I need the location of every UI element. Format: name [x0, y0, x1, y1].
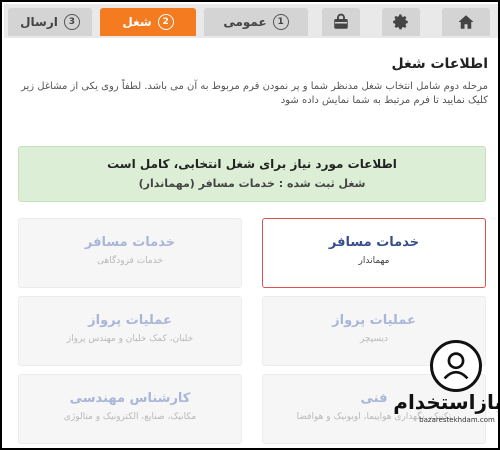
tab-send[interactable]: 3 ارسال: [8, 8, 92, 36]
tab-general[interactable]: 1 عمومی: [204, 8, 308, 36]
home-icon: [458, 15, 474, 29]
job-card-subtitle: خدمات فرودگاهی: [96, 256, 164, 266]
tab-home[interactable]: [442, 8, 490, 36]
step-number: 2: [157, 14, 174, 30]
watermark-logo: بازاستخدام bazarestekhdam.com: [393, 340, 500, 448]
tab-label: شغل: [122, 15, 152, 29]
job-card-passenger-services-airport[interactable]: خدمات مسافر خدمات فرودگاهی: [18, 218, 242, 288]
job-card-flight-operations-pilot[interactable]: عملیات پرواز خلبان، کمک خلبان و مهندس پر…: [18, 296, 242, 366]
success-alert: اطلاعات مورد نیاز برای شغل انتخابی، کامل…: [18, 146, 486, 202]
gear-icon: [393, 14, 408, 30]
job-card-title: خدمات مسافر: [84, 235, 176, 250]
job-card-engineering-expert[interactable]: کارشناس مهندسی مکانیک، صنایع، الکترونیک …: [18, 374, 242, 444]
tab-settings[interactable]: [382, 8, 420, 36]
job-card-title: خدمات مسافر: [328, 235, 420, 250]
tab-lock[interactable]: [322, 8, 360, 36]
watermark-brand: بازاستخدام: [393, 390, 500, 414]
job-card-title: کارشناس مهندسی: [69, 391, 191, 406]
tab-job[interactable]: 2 شغل: [100, 8, 196, 36]
page-title: اطلاعات شغل: [391, 56, 488, 72]
job-card-passenger-services-flight-attendant[interactable]: خدمات مسافر مهماندار: [262, 218, 486, 288]
tab-label: ارسال: [20, 15, 58, 29]
tab-label: عمومی: [223, 15, 267, 29]
job-card-title: عملیات پرواز: [332, 313, 416, 328]
job-card-title: عملیات پرواز: [88, 313, 172, 328]
job-card-subtitle: مکانیک، صنایع، الکترونیک و متالوژی: [63, 412, 197, 422]
alert-registered-job: شغل ثبت شده : خدمات مسافر (مهماندار): [138, 177, 366, 190]
page-description: مرحله دوم شامل انتخاب شغل مدنظر شما و پر…: [20, 81, 488, 106]
step-number: 3: [63, 14, 80, 30]
lock-icon: [334, 13, 348, 29]
tab-bar: 3 ارسال 2 شغل 1 عمومی: [4, 4, 498, 38]
step-number: 1: [272, 14, 289, 30]
app-frame: 3 ارسال 2 شغل 1 عمومی اطلاعات شغل مرحله …: [0, 0, 500, 450]
watermark-url: bazarestekhdam.com: [419, 416, 495, 424]
logo-icon: [430, 340, 482, 392]
job-card-subtitle: خلبان، کمک خلبان و مهندس پرواز: [66, 334, 194, 344]
alert-message: اطلاعات مورد نیاز برای شغل انتخابی، کامل…: [107, 157, 397, 171]
job-card-subtitle: مهماندار: [358, 256, 390, 266]
